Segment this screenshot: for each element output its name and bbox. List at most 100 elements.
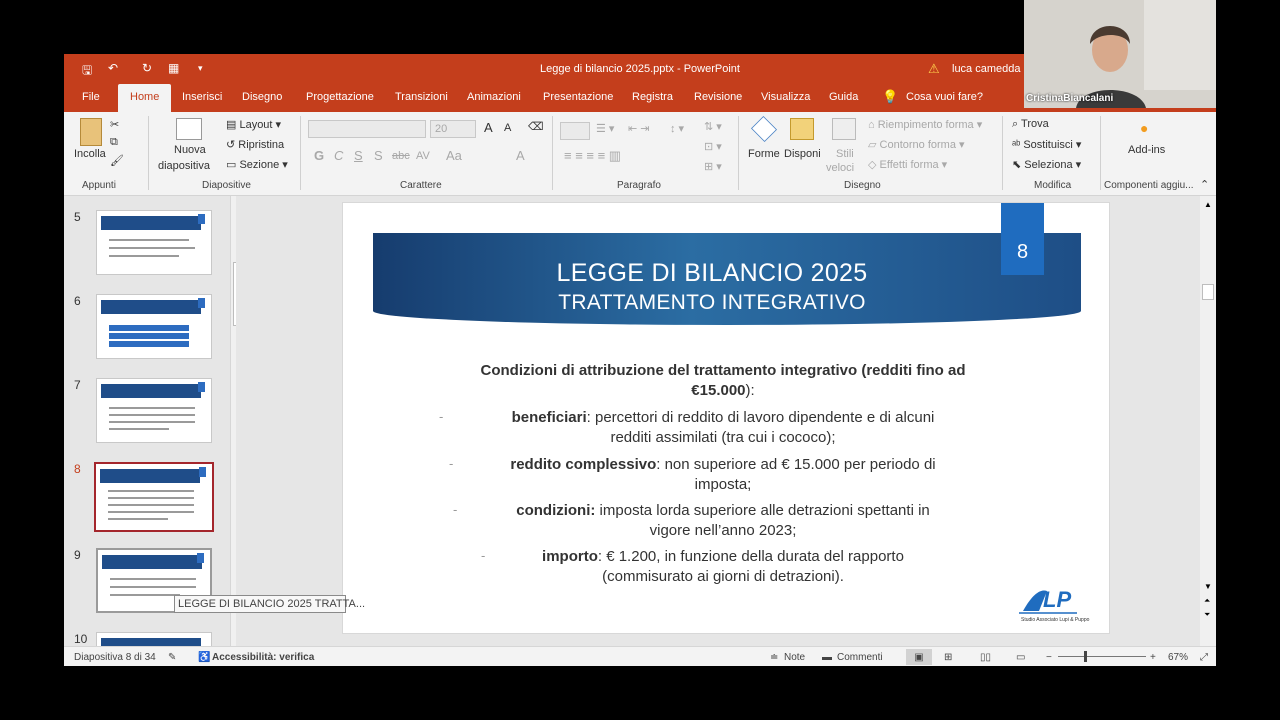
slide-thumbnail-10[interactable] <box>96 632 212 646</box>
reset-button[interactable]: ↺ Ripristina <box>226 138 284 151</box>
bullet-condizioni-line2[interactable]: vigore nell’anno 2023; <box>433 521 1013 541</box>
smartart-icon[interactable]: ⊞ ▾ <box>704 160 722 173</box>
arrange-icon[interactable] <box>790 118 814 140</box>
slide-thumbnail-5[interactable] <box>96 210 212 275</box>
font-size-combo[interactable]: 20 <box>430 120 476 138</box>
new-slide-label-1[interactable]: Nuova <box>174 144 206 156</box>
bullet-importo-line2[interactable]: (commisurato ai giorni di detrazioni). <box>433 567 1013 587</box>
thumbnail-scroll-thumb[interactable] <box>233 262 236 326</box>
present-from-start-icon[interactable]: ▦ <box>168 61 179 75</box>
copy-icon[interactable]: ⧉ <box>110 136 118 149</box>
grow-font-button[interactable]: A <box>484 120 493 135</box>
redo-icon[interactable]: ↻ <box>142 61 152 75</box>
paste-button[interactable]: Incolla <box>74 148 106 160</box>
change-case-button[interactable]: Aa <box>446 148 462 163</box>
quick-styles-label-2[interactable]: veloci <box>826 162 854 174</box>
tell-me-search[interactable]: Cosa vuoi fare? <box>906 91 983 103</box>
shape-effects-button[interactable]: ◇ Effetti forma ▾ <box>868 158 947 171</box>
paste-icon[interactable] <box>80 118 102 146</box>
numbering-icon[interactable]: ☰ ▾ <box>596 122 614 135</box>
section-button[interactable]: ▭ Sezione ▾ <box>226 158 288 171</box>
zoom-slider[interactable] <box>1058 656 1146 657</box>
shapes-icon[interactable] <box>750 115 778 143</box>
bullet-reddito[interactable]: reddito complessivo: non superiore ad € … <box>433 455 1013 475</box>
tab-record[interactable]: Registra <box>632 91 673 103</box>
tab-review[interactable]: Revisione <box>694 91 742 103</box>
reading-view-icon[interactable]: ▯▯ <box>980 652 991 663</box>
bullet-importo[interactable]: importo: € 1.200, in funzione della dura… <box>433 547 1013 567</box>
addins-icon[interactable]: ● <box>1140 120 1148 136</box>
shrink-font-button[interactable]: A <box>504 122 511 134</box>
tab-draw[interactable]: Disegno <box>242 91 282 103</box>
format-painter-icon[interactable]: 🖌 <box>110 154 124 167</box>
slide-canvas[interactable]: 8 LEGGE DI BILANCIO 2025 TRATTAMENTO INT… <box>342 202 1110 634</box>
scroll-down-icon[interactable]: ▼ <box>235 634 236 643</box>
shapes-button[interactable]: Forme <box>748 148 780 160</box>
slide-heading-line2[interactable]: €15.000): <box>433 381 1013 401</box>
strikethrough-button[interactable]: abc <box>392 150 410 162</box>
line-spacing-icon[interactable]: ↕ ▾ <box>670 122 684 135</box>
char-spacing-button[interactable]: AV <box>416 150 430 162</box>
find-button[interactable]: ⌕ Trova <box>1012 118 1049 131</box>
zoom-level[interactable]: 67% <box>1168 652 1188 663</box>
slide-subtitle[interactable]: TRATTAMENTO INTEGRATIVO <box>343 291 1081 315</box>
bullet-beneficiari-line2[interactable]: redditi assimilati (tra cui i cococo); <box>433 428 1013 448</box>
slide-scrollbar[interactable]: ▲ ▼ ⏶ ⏷ <box>1200 196 1216 646</box>
slide-thumbnail-6[interactable] <box>96 294 212 359</box>
tab-help[interactable]: Guida <box>829 91 858 103</box>
zoom-in-icon[interactable]: + <box>1150 652 1156 663</box>
scroll-up-icon[interactable]: ▲ <box>1204 200 1212 209</box>
tab-slideshow[interactable]: Presentazione <box>543 91 613 103</box>
tab-insert[interactable]: Inserisci <box>182 91 222 103</box>
collapse-ribbon-icon[interactable]: ⌃ <box>1200 178 1209 191</box>
comments-button[interactable]: Commenti <box>837 652 883 663</box>
comments-icon[interactable]: ▬ <box>822 652 832 663</box>
user-name[interactable]: luca camedda <box>952 63 1021 75</box>
layout-button[interactable]: ▤ Layout ▾ <box>226 118 281 131</box>
scroll-up-icon[interactable]: ▲ <box>235 198 236 207</box>
previous-slide-icon[interactable]: ⏶ <box>1204 596 1210 606</box>
scroll-down-icon[interactable]: ▼ <box>1204 582 1212 591</box>
cut-icon[interactable]: ✂ <box>110 118 119 131</box>
bullet-beneficiari[interactable]: beneficiari: percettori di reddito di la… <box>433 408 1013 428</box>
slide-title[interactable]: LEGGE DI BILANCIO 2025 <box>343 259 1081 288</box>
quick-styles-icon[interactable] <box>832 118 856 140</box>
tab-home[interactable]: Home <box>118 84 172 112</box>
underline-button[interactable]: S <box>354 148 363 163</box>
slide-thumbnail-8[interactable] <box>94 462 214 532</box>
italic-button[interactable]: C <box>334 148 343 163</box>
clear-formatting-icon[interactable]: ⌫ <box>528 120 544 133</box>
new-slide-icon[interactable] <box>176 118 202 140</box>
zoom-out-icon[interactable]: − <box>1046 652 1052 663</box>
new-slide-label-2[interactable]: diapositiva <box>158 160 210 172</box>
addins-button[interactable]: Add-ins <box>1128 144 1165 156</box>
normal-view-icon[interactable]: ▣ <box>906 649 932 665</box>
replace-button[interactable]: ᵃᵇ Sostituisci ▾ <box>1012 138 1081 151</box>
next-slide-icon[interactable]: ⏷ <box>1204 610 1210 620</box>
zoom-slider-handle[interactable] <box>1084 651 1087 662</box>
slide-sorter-icon[interactable]: ⊞ <box>944 652 952 663</box>
notes-icon[interactable]: ≐ <box>770 652 778 663</box>
shape-outline-button[interactable]: ▱ Contorno forma ▾ <box>868 138 965 151</box>
bold-button[interactable]: G <box>314 148 324 163</box>
bullet-reddito-line2[interactable]: imposta; <box>433 475 1013 495</box>
align-icons[interactable]: ≡ ≡ ≡ ≡ ▥ <box>564 148 621 164</box>
tab-transitions[interactable]: Transizioni <box>395 91 448 103</box>
accessibility-check[interactable]: Accessibilità: verifica <box>212 652 314 663</box>
notes-button[interactable]: Note <box>784 652 805 663</box>
customize-toolbar-icon[interactable]: ▾ <box>198 63 203 74</box>
bullets-button[interactable] <box>560 122 590 140</box>
slideshow-icon[interactable]: ▭ <box>1016 652 1025 663</box>
slide-thumbnail-7[interactable] <box>96 378 212 443</box>
shadow-button[interactable]: S <box>374 148 383 163</box>
text-direction-icon[interactable]: ⇅ ▾ <box>704 120 722 133</box>
arrange-button[interactable]: Disponi <box>784 148 821 160</box>
shape-fill-button[interactable]: ⌂ Riempimento forma ▾ <box>868 118 982 131</box>
align-text-icon[interactable]: ⊡ ▾ <box>704 140 722 153</box>
accessibility-icon[interactable]: ♿ <box>198 652 210 663</box>
save-icon[interactable]: 🖫 <box>82 61 92 82</box>
tab-design[interactable]: Progettazione <box>306 91 374 103</box>
tab-view[interactable]: Visualizza <box>761 91 810 103</box>
undo-icon[interactable]: ↶ <box>108 61 118 75</box>
fit-to-window-icon[interactable]: ⤢ <box>1200 652 1208 663</box>
